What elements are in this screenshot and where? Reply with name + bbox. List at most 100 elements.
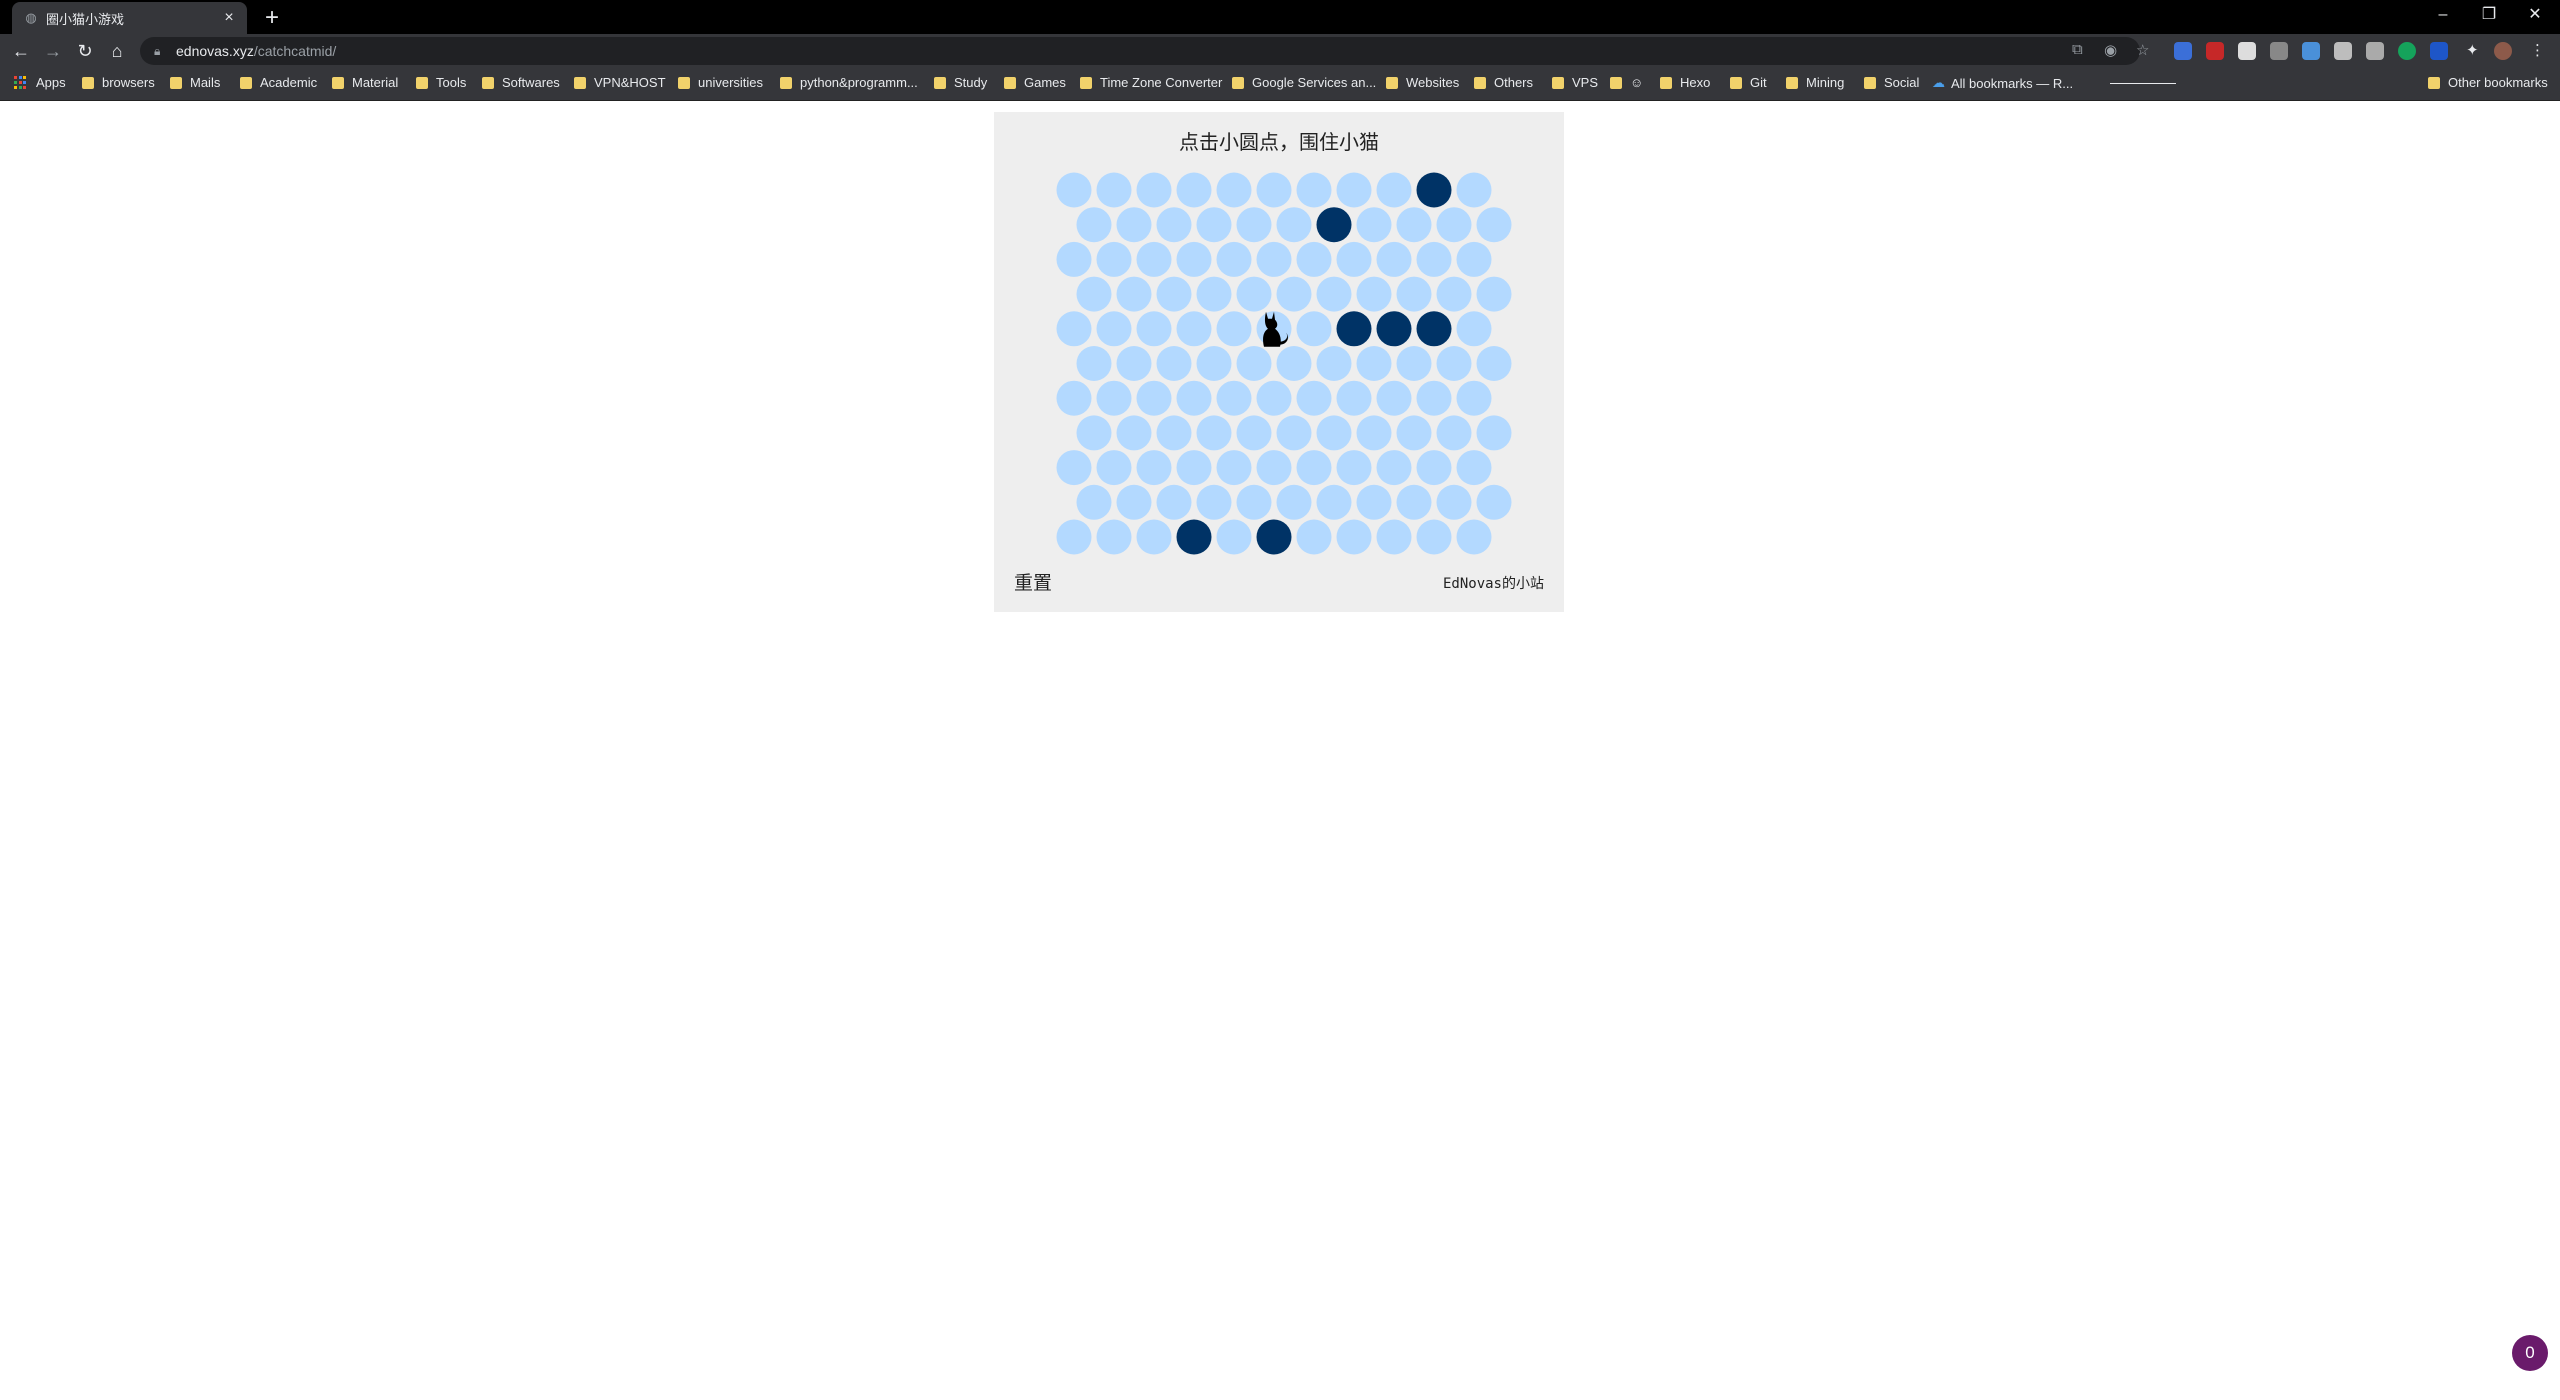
forward-icon[interactable]: → [40, 38, 66, 64]
board-dot[interactable] [1276, 415, 1312, 451]
board-dot[interactable] [1396, 346, 1432, 381]
board-dot[interactable] [1076, 207, 1112, 243]
board-dot[interactable] [1116, 415, 1152, 451]
board-dot[interactable] [1376, 519, 1412, 555]
bookmark-onedrive[interactable]: ☁ All bookmarks — R... [1932, 75, 2073, 91]
board-dot[interactable] [1416, 450, 1452, 486]
board-dot[interactable] [1116, 484, 1152, 520]
board-dot[interactable] [1476, 484, 1512, 520]
board-dot[interactable] [1096, 519, 1132, 555]
board-dot[interactable] [1156, 484, 1192, 520]
bookmark-folder[interactable]: browsers [82, 75, 155, 90]
board-dot[interactable] [1376, 450, 1412, 486]
board-dot[interactable] [1076, 276, 1112, 312]
eye-icon[interactable]: ◉ [2104, 41, 2117, 59]
bookmark-folder[interactable]: Games [1004, 75, 1066, 90]
board-dot[interactable] [1476, 276, 1512, 312]
board-dot[interactable] [1296, 380, 1332, 416]
board-dot-blocked[interactable] [1256, 519, 1292, 555]
board-dot[interactable] [1096, 311, 1132, 347]
restore-icon[interactable]: ❐ [2466, 0, 2512, 30]
board-dot[interactable] [1196, 207, 1232, 243]
board-dot[interactable] [1236, 276, 1272, 312]
bookmark-folder[interactable]: python&programm... [780, 75, 918, 90]
pocket-extension-icon[interactable] [2366, 42, 2384, 60]
board-dot[interactable] [1136, 450, 1172, 486]
board-dot[interactable] [1276, 346, 1312, 381]
board-dot[interactable] [1396, 415, 1432, 451]
board-dot[interactable] [1196, 484, 1232, 520]
board-dot[interactable] [1356, 484, 1392, 520]
board-dot[interactable] [1356, 276, 1392, 312]
bitwarden-extension-icon[interactable] [2430, 42, 2448, 60]
board-dot[interactable] [1416, 380, 1452, 416]
board-dot[interactable] [1236, 207, 1272, 243]
bookmark-folder[interactable]: Mining [1786, 75, 1844, 90]
board-dot[interactable] [1156, 276, 1192, 312]
board-dot[interactable] [1196, 276, 1232, 312]
notification-badge[interactable]: 0 [2512, 1335, 2548, 1371]
bookmark-folder[interactable]: Git [1730, 75, 1767, 90]
bookmark-folder[interactable]: Softwares [482, 75, 560, 90]
board-dot[interactable] [1376, 241, 1412, 277]
board-dot[interactable] [1356, 207, 1392, 243]
board-dot[interactable] [1456, 519, 1492, 555]
board-dot[interactable] [1276, 276, 1312, 312]
board-dot[interactable] [1316, 346, 1352, 381]
board-dot[interactable] [1096, 172, 1132, 208]
menu-icon[interactable]: ⋮ [2530, 41, 2545, 59]
bookmark-folder[interactable]: Material [332, 75, 398, 90]
board-dot[interactable] [1436, 346, 1472, 381]
board-dot[interactable] [1056, 519, 1092, 555]
bookmark-folder[interactable]: Websites [1386, 75, 1459, 90]
board-dot[interactable] [1436, 207, 1472, 243]
board-dot-blocked[interactable] [1316, 207, 1352, 243]
board-dot[interactable] [1396, 276, 1432, 312]
board-dot[interactable] [1376, 380, 1412, 416]
extension-icon[interactable] [2302, 42, 2320, 60]
board-dot[interactable] [1396, 207, 1432, 243]
board-dot[interactable] [1056, 241, 1092, 277]
board-dot[interactable] [1136, 519, 1172, 555]
board-dot-blocked[interactable] [1376, 311, 1412, 347]
board-dot-blocked[interactable] [1416, 311, 1452, 347]
board-dot[interactable] [1216, 450, 1252, 486]
board-dot[interactable] [1136, 380, 1172, 416]
board-dot[interactable] [1236, 484, 1272, 520]
board-dot[interactable] [1356, 346, 1392, 381]
board-dot[interactable] [1056, 311, 1092, 347]
board-dot[interactable] [1476, 207, 1512, 243]
board-dot[interactable] [1256, 380, 1292, 416]
board-dot[interactable] [1456, 172, 1492, 208]
board-dot[interactable] [1476, 415, 1512, 451]
board-dot[interactable] [1176, 450, 1212, 486]
board-dot[interactable] [1396, 484, 1432, 520]
bookmark-folder[interactable]: Hexo [1660, 75, 1710, 90]
adblock-extension-icon[interactable] [2206, 42, 2224, 60]
cloud-extension-icon[interactable] [2334, 42, 2352, 60]
bookmark-folder[interactable]: VPS [1552, 75, 1598, 90]
board-dot[interactable] [1056, 380, 1092, 416]
bookmark-folder[interactable]: universities [678, 75, 763, 90]
translate-extension-icon[interactable] [2174, 42, 2192, 60]
board-dot[interactable] [1156, 207, 1192, 243]
board-dot[interactable] [1336, 241, 1372, 277]
board-dot[interactable] [1336, 172, 1372, 208]
board-dot[interactable] [1276, 484, 1312, 520]
address-bar[interactable]: 🔒︎ ednovas.xyz/catchcatmid/ [140, 37, 2140, 65]
board-dot[interactable] [1316, 276, 1352, 312]
board-dot[interactable] [1056, 450, 1092, 486]
board-dot-blocked[interactable] [1176, 519, 1212, 555]
board-dot[interactable] [1236, 346, 1272, 381]
board-dot-blocked[interactable] [1416, 172, 1452, 208]
board-dot[interactable] [1296, 241, 1332, 277]
board-dot[interactable] [1136, 172, 1172, 208]
board-dot[interactable] [1296, 311, 1332, 347]
back-icon[interactable]: ← [8, 38, 34, 64]
bookmark-folder[interactable]: Tools [416, 75, 466, 90]
active-tab[interactable]: ◍ 圈小猫小游戏 × [12, 2, 247, 34]
board-dot[interactable] [1336, 519, 1372, 555]
board-dot[interactable] [1156, 346, 1192, 381]
new-tab-icon[interactable]: + [258, 4, 286, 32]
home-icon[interactable]: ⌂ [104, 38, 130, 64]
